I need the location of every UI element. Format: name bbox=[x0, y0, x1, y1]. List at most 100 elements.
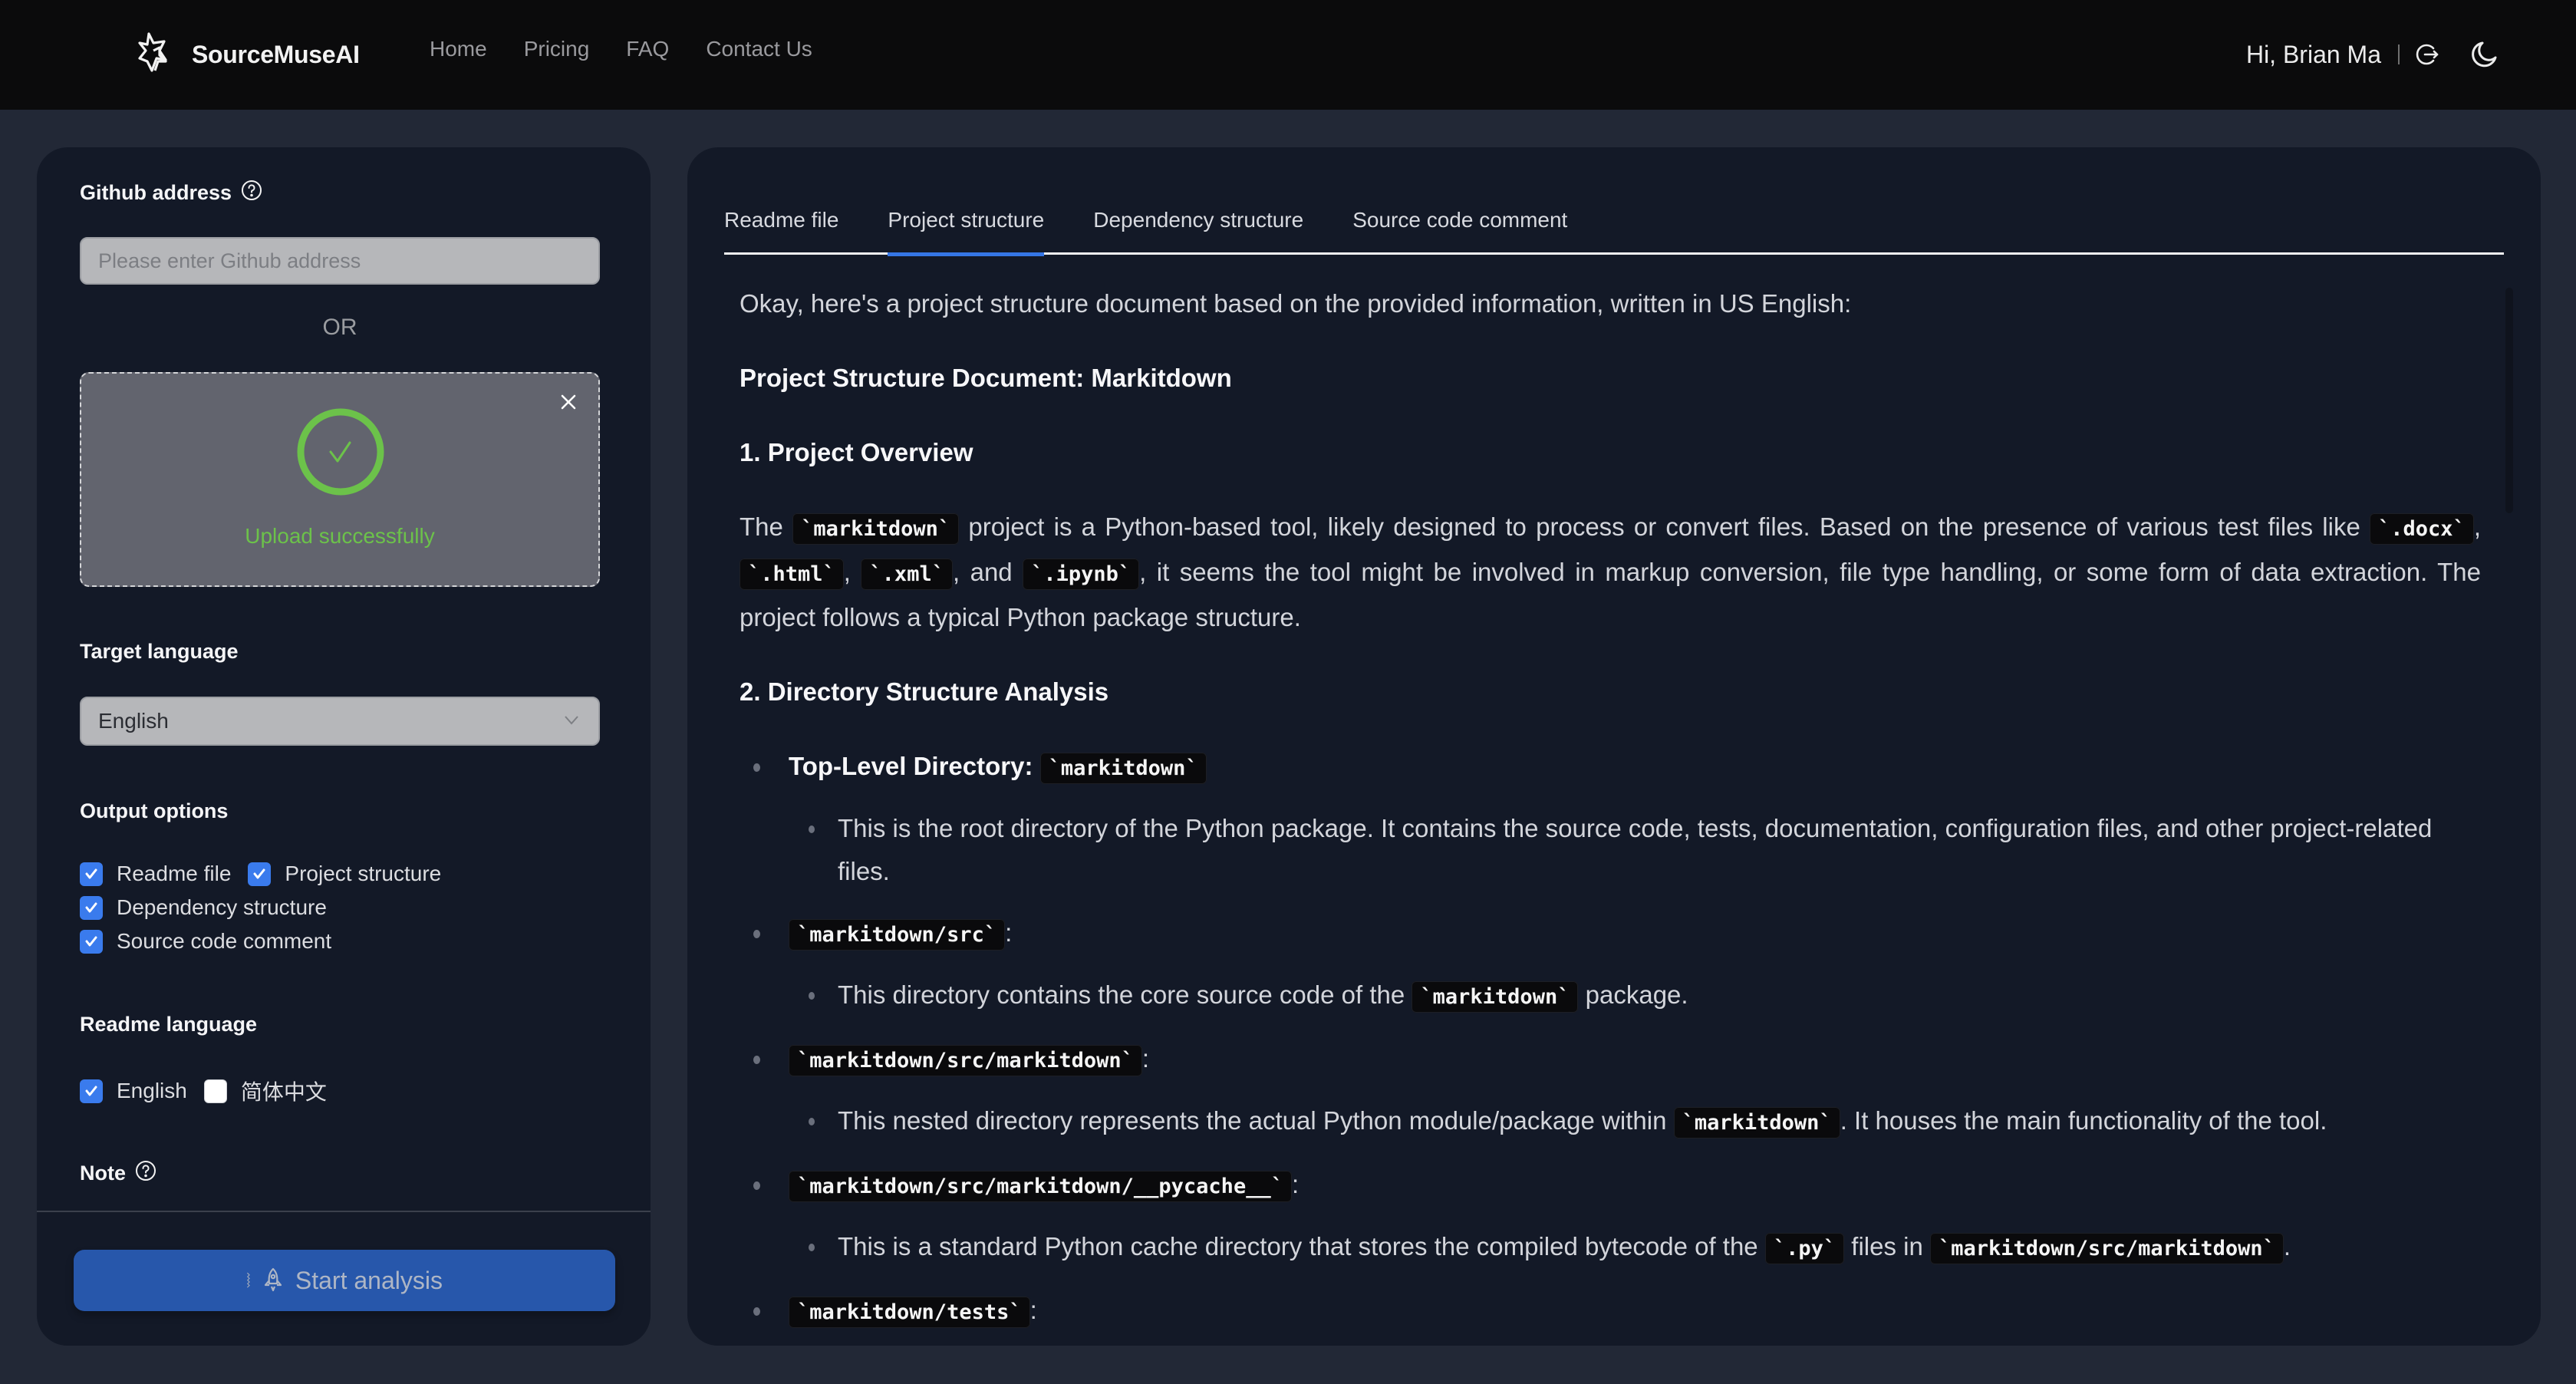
doc-intro: Okay, here's a project structure documen… bbox=[740, 289, 1852, 318]
close-icon[interactable] bbox=[557, 390, 580, 414]
readme-language-row: English 简体中文 bbox=[80, 1076, 344, 1106]
moon-icon[interactable] bbox=[2469, 39, 2499, 70]
readme-language-label: Readme language bbox=[80, 1013, 258, 1036]
chevron-down-icon bbox=[562, 710, 581, 733]
user-area: Hi, Brian Ma bbox=[2246, 32, 2499, 77]
list-item: Top-Level Directory: `markitdown` This i… bbox=[740, 745, 2481, 893]
output-options-row-2: Dependency structure bbox=[80, 895, 344, 920]
checkbox-label: Project structure bbox=[285, 862, 442, 885]
note-label-text: Note bbox=[80, 1162, 126, 1185]
start-analysis-button[interactable]: ⧘ Start analysis bbox=[74, 1250, 615, 1311]
inline-code: `markitdown` bbox=[1039, 753, 1207, 784]
inline-code: `markitdown/tests` bbox=[789, 1297, 1030, 1328]
target-language-value: English bbox=[98, 709, 169, 733]
inline-code: `markitdown` bbox=[792, 513, 960, 545]
output-options-row-3: Source code comment bbox=[80, 929, 348, 954]
inline-code: `.ipynb` bbox=[1023, 559, 1140, 590]
checkbox-source-code-comment[interactable]: Source code comment bbox=[80, 929, 331, 954]
logout-icon[interactable] bbox=[2413, 41, 2439, 68]
checkbox-dependency-structure[interactable]: Dependency structure bbox=[80, 895, 327, 920]
tab-readme-file[interactable]: Readme file bbox=[724, 203, 838, 253]
doc-section-heading: 1. Project Overview bbox=[740, 438, 973, 466]
checkbox-label: 简体中文 bbox=[240, 1080, 327, 1104]
inline-code: `markitdown/src/markitdown` bbox=[789, 1045, 1142, 1076]
checkbox-checked[interactable] bbox=[80, 895, 103, 920]
sub-list: This is the root directory of the Python… bbox=[789, 807, 2481, 893]
divider bbox=[2398, 44, 2400, 64]
checkbox-label: English bbox=[117, 1079, 187, 1102]
text: : bbox=[1005, 918, 1013, 947]
or-separator: OR bbox=[322, 315, 357, 340]
project-structure-document: Okay, here's a project structure documen… bbox=[740, 282, 2481, 1346]
text: This nested directory represents the act… bbox=[838, 1106, 1674, 1135]
top-nav-bar: SourceMuseAI Home Pricing FAQ Contact Us… bbox=[0, 0, 2576, 110]
list-item: `markitdown/src/markitdown`: This nested… bbox=[740, 1037, 2481, 1145]
text: , and bbox=[952, 558, 1023, 586]
checkbox-english[interactable]: English bbox=[80, 1079, 187, 1103]
question-circle-icon[interactable] bbox=[135, 1160, 156, 1187]
text: The bbox=[740, 512, 793, 541]
nav-contact-us[interactable]: Contact Us bbox=[706, 37, 812, 61]
result-tabs: Readme file Project structure Dependency… bbox=[724, 203, 2504, 256]
text: : bbox=[1141, 1044, 1150, 1073]
list-item: This nested directory represents the act… bbox=[789, 1099, 2481, 1145]
github-address-label-text: Github address bbox=[80, 181, 232, 204]
inline-code: `.xml` bbox=[861, 559, 953, 590]
sub-list: This nested directory represents the act… bbox=[789, 1099, 2481, 1145]
inline-code: `markitdown` bbox=[1412, 981, 1579, 1013]
github-address-label: Github address bbox=[80, 180, 262, 206]
tab-dependency-structure[interactable]: Dependency structure bbox=[1093, 203, 1303, 253]
list-item: `markitdown/tests`: bbox=[740, 1289, 2481, 1334]
target-language-select[interactable]: English bbox=[80, 697, 600, 746]
text: project is a Python-based tool, likely d… bbox=[959, 512, 2370, 541]
checkbox-project-structure[interactable]: Project structure bbox=[248, 862, 441, 886]
inline-code: `.py` bbox=[1764, 1233, 1845, 1264]
content-scrollbar[interactable] bbox=[2505, 288, 2513, 513]
doc-overview-paragraph: The `markitdown` project is a Python-bas… bbox=[740, 506, 2481, 639]
text: . bbox=[2283, 1232, 2291, 1260]
upload-status-text: Upload successfully bbox=[245, 524, 435, 548]
checkbox-checked[interactable] bbox=[248, 862, 272, 886]
main-nav: Home Pricing FAQ Contact Us bbox=[430, 37, 812, 61]
nav-faq[interactable]: FAQ bbox=[626, 37, 669, 61]
checkbox-checked[interactable] bbox=[80, 862, 103, 886]
directory-list: Top-Level Directory: `markitdown` This i… bbox=[740, 745, 2481, 1334]
note-label: Note bbox=[80, 1160, 156, 1187]
checkbox-unchecked[interactable] bbox=[203, 1079, 227, 1103]
inline-code: `.html` bbox=[740, 559, 844, 590]
inline-code: `.docx` bbox=[2370, 513, 2474, 545]
list-item: This is a standard Python cache director… bbox=[789, 1225, 2481, 1270]
nav-home[interactable]: Home bbox=[430, 37, 487, 61]
text: : bbox=[1029, 1296, 1037, 1324]
checkbox-checked[interactable] bbox=[80, 1079, 103, 1103]
checkbox-readme-file[interactable]: Readme file bbox=[80, 862, 231, 886]
text: This directory contains the core source … bbox=[838, 980, 1412, 1009]
tab-project-structure[interactable]: Project structure bbox=[888, 203, 1044, 256]
file-upload-dropzone[interactable]: Upload successfully bbox=[80, 372, 600, 587]
nav-pricing[interactable]: Pricing bbox=[524, 37, 590, 61]
brand-logo[interactable]: SourceMuseAI bbox=[137, 31, 360, 78]
inline-code: `markitdown/src/markitdown` bbox=[1929, 1233, 2284, 1264]
list-item: `markitdown/src`: This directory contain… bbox=[740, 911, 2481, 1019]
inline-code: `markitdown/src` bbox=[789, 919, 1006, 951]
user-greeting: Hi, Brian Ma bbox=[2245, 40, 2381, 68]
text: This is the root directory of the Python… bbox=[838, 814, 2433, 885]
panel-divider bbox=[37, 1211, 651, 1212]
tab-source-code-comment[interactable]: Source code comment bbox=[1352, 203, 1567, 253]
sub-list: This directory contains the core source … bbox=[789, 974, 2481, 1019]
list-item: This is the root directory of the Python… bbox=[789, 807, 2481, 893]
checkbox-label: Readme file bbox=[117, 862, 232, 885]
checkbox-simplified-chinese[interactable]: 简体中文 bbox=[203, 1076, 327, 1106]
inline-code: `markitdown/src/markitdown/__pycache__` bbox=[789, 1171, 1292, 1202]
inline-code: `markitdown` bbox=[1673, 1107, 1840, 1139]
rocket-icon bbox=[262, 1267, 285, 1295]
github-address-input[interactable] bbox=[80, 237, 600, 285]
dir-heading-text: Top-Level Directory: bbox=[789, 752, 1040, 780]
question-circle-icon[interactable] bbox=[241, 180, 262, 206]
text: : bbox=[1291, 1170, 1300, 1198]
text: . It houses the main functionality of th… bbox=[1840, 1106, 2327, 1135]
success-check-circle-icon bbox=[296, 407, 385, 496]
checkbox-checked[interactable] bbox=[80, 929, 103, 954]
text: package. bbox=[1578, 980, 1688, 1009]
checkbox-label: Source code comment bbox=[117, 929, 332, 953]
